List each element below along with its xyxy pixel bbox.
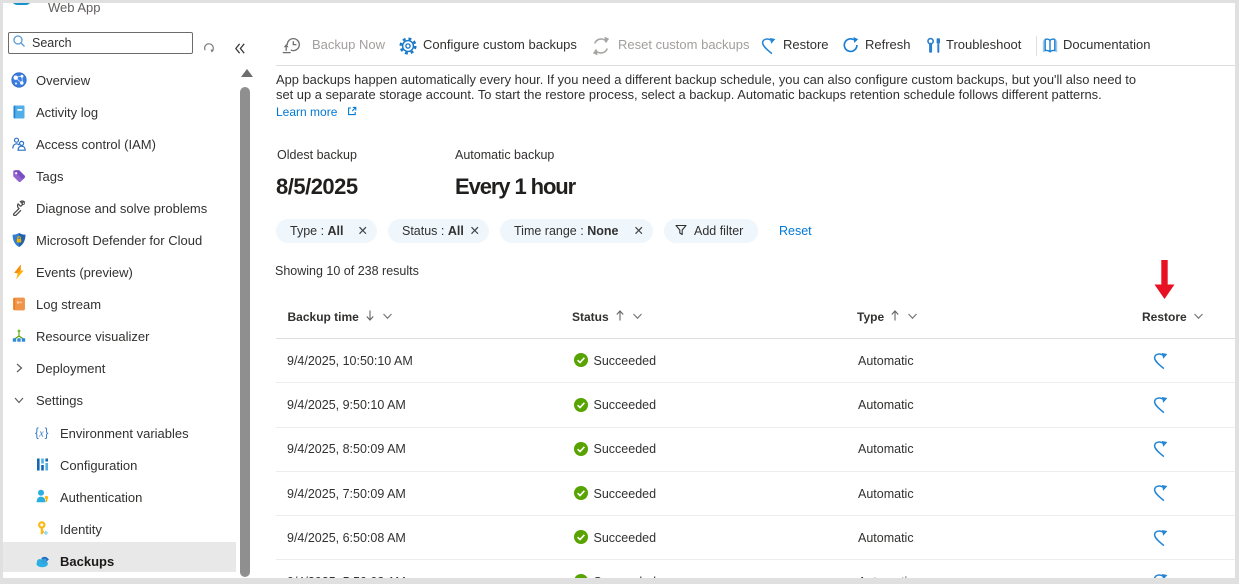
svg-text:x: x xyxy=(38,429,44,440)
svg-text:}: } xyxy=(44,428,48,440)
